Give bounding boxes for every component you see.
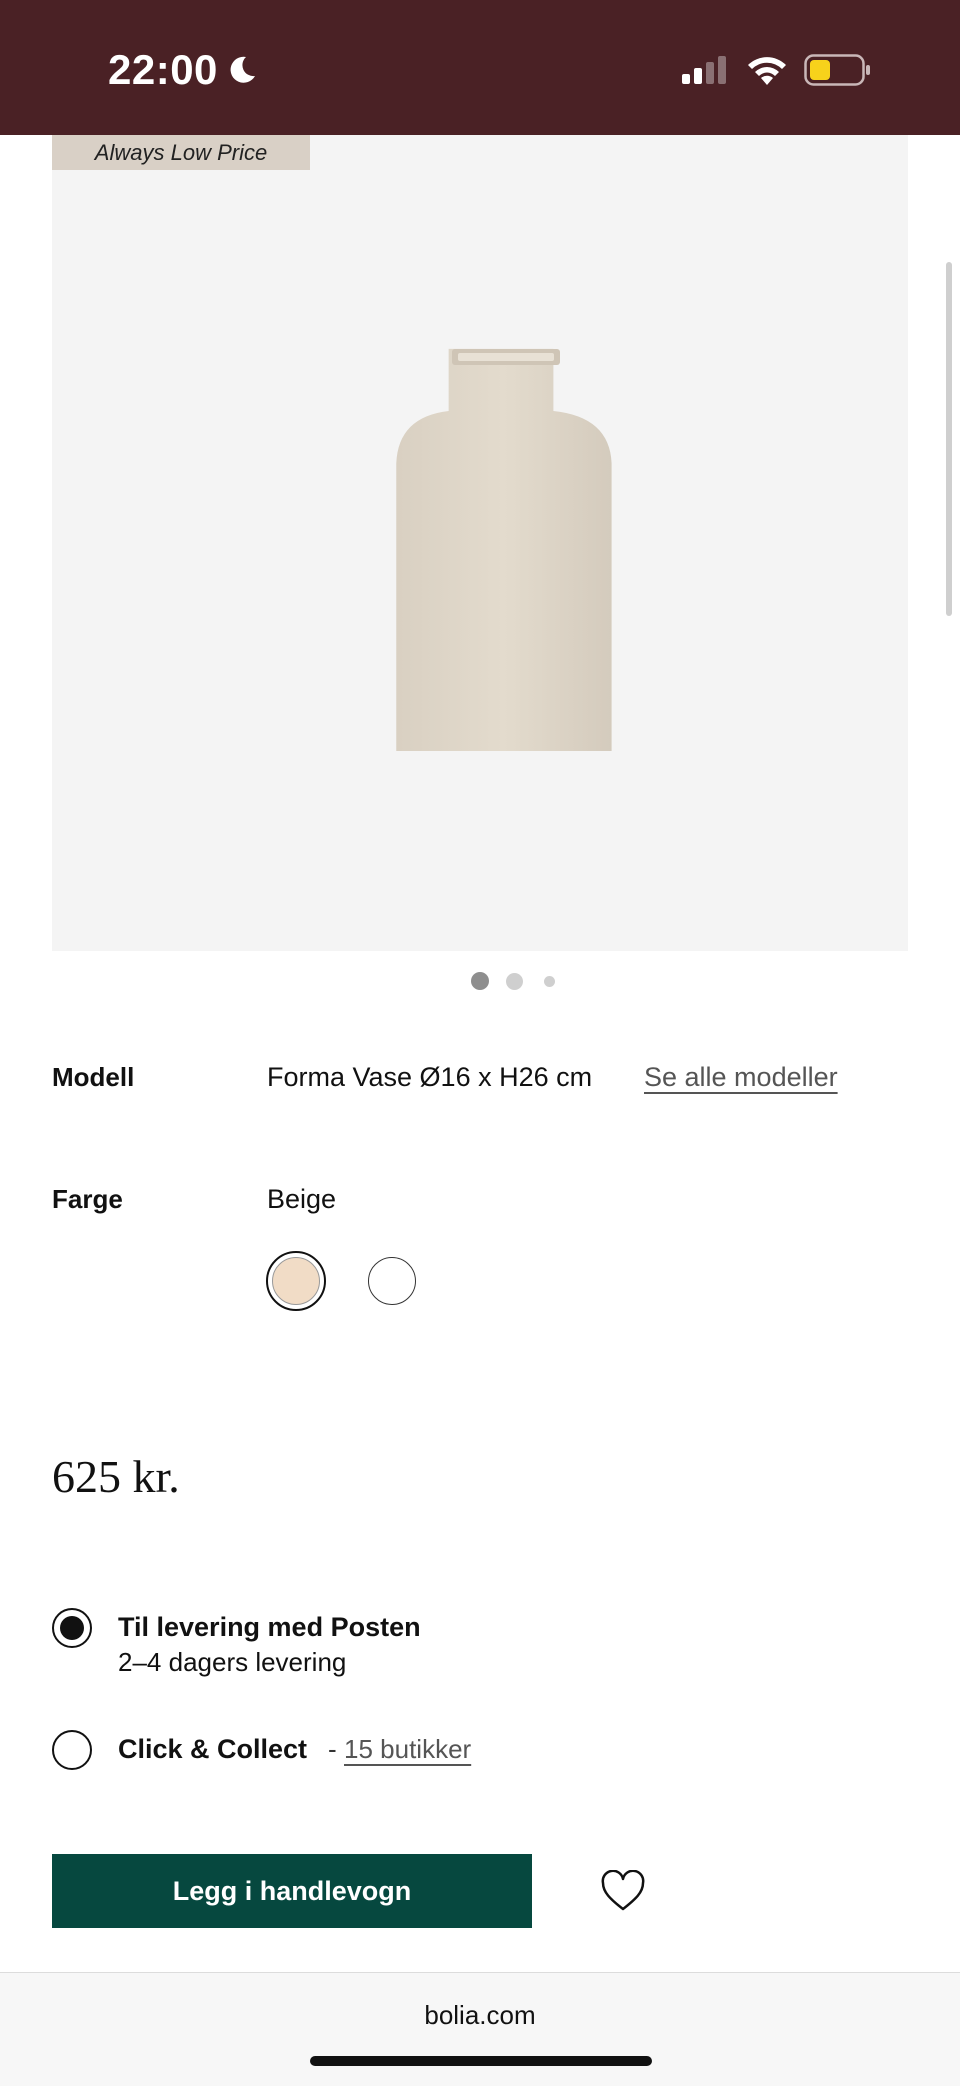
battery-icon <box>804 54 870 86</box>
signal-icon <box>682 56 726 84</box>
always-low-price-badge: Always Low Price <box>52 135 310 170</box>
delivery-radio-click-collect[interactable] <box>52 1730 92 1770</box>
address-bar-url[interactable]: bolia.com <box>0 2000 960 2031</box>
click-collect-separator: - <box>328 1734 337 1764</box>
color-swatch-white[interactable] <box>368 1257 416 1305</box>
add-to-cart-button[interactable]: Legg i handlevogn <box>52 1854 532 1928</box>
delivery-radio-posten[interactable] <box>52 1608 92 1648</box>
heart-icon[interactable] <box>600 1870 646 1912</box>
beige-swatch-fill <box>272 1257 320 1305</box>
product-price: 625 kr. <box>52 1451 180 1502</box>
delivery-posten-subtitle: 2–4 dagers levering <box>118 1647 347 1677</box>
carousel-dot-1[interactable] <box>471 972 489 990</box>
page-scrollbar[interactable] <box>946 262 952 616</box>
status-time: 22:00 <box>108 46 218 93</box>
carousel-pagination <box>0 972 960 992</box>
color-value: Beige <box>267 1184 337 1214</box>
moon-icon <box>230 56 255 83</box>
radio-selected-dot <box>60 1616 84 1640</box>
color-swatch-beige[interactable] <box>266 1251 326 1311</box>
home-indicator[interactable] <box>310 2056 652 2066</box>
stores-link[interactable]: 15 butikker <box>344 1734 471 1765</box>
see-all-models-link[interactable]: Se alle modeller <box>644 1062 838 1093</box>
model-value: Forma Vase Ø16 x H26 cm <box>267 1062 593 1092</box>
status-bar: 22:00 <box>0 0 960 135</box>
color-label: Farge <box>52 1184 123 1214</box>
product-image[interactable] <box>52 135 908 951</box>
carousel-dot-3[interactable] <box>544 976 555 987</box>
carousel-dot-2[interactable] <box>506 973 523 990</box>
delivery-posten-title: Til levering med Posten <box>118 1612 421 1642</box>
wifi-icon <box>748 57 786 85</box>
model-label: Modell <box>52 1062 135 1092</box>
click-collect-title: Click & Collect <box>118 1734 308 1764</box>
vase-image <box>396 348 612 751</box>
